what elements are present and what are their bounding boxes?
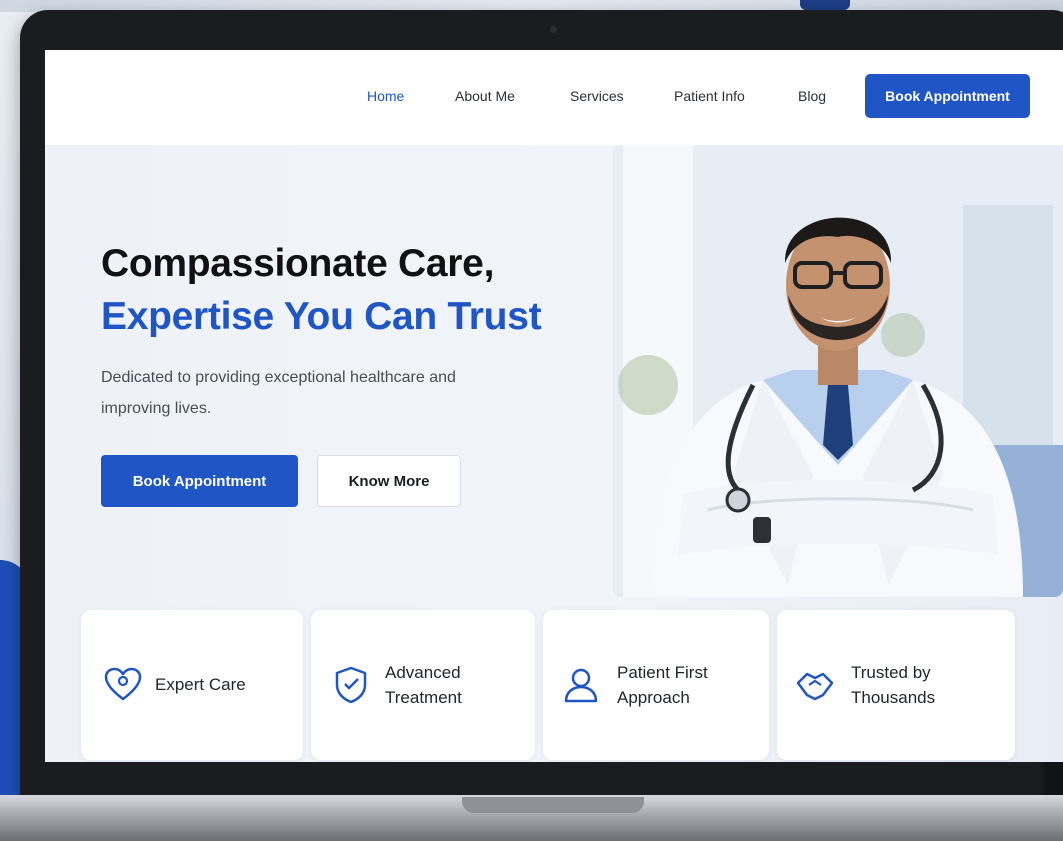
hero-book-appointment-button[interactable]: Book Appointment [101,455,298,507]
doctor-illustration [613,145,1063,597]
nav-link-about-me[interactable]: About Me [455,88,515,104]
hero-headline-line1: Compassionate Care, [101,242,495,285]
hero-subtext: Dedicated to providing exceptional healt… [101,369,456,417]
laptop-notch [462,797,644,813]
hero-know-more-button[interactable]: Know More [317,455,461,507]
nav-book-appointment-button[interactable]: Book Appointment [865,74,1030,118]
feature-card-trusted: Trusted by Thousands [777,610,1015,760]
feature-card-patient-first: Patient First Approach [543,610,769,760]
feature-label-patient-first: Patient First Approach [617,663,708,707]
doctor-photo [613,145,1063,597]
nav-link-blog[interactable]: Blog [798,88,826,104]
patient-icon [561,665,601,705]
feature-card-advanced-treatment: Advanced Treatment [311,610,535,760]
feature-label-trusted: Trusted by Thousands [851,663,936,707]
nav-link-services[interactable]: Services [570,88,624,104]
webcam-dot [550,26,557,33]
hero-headline: Compassionate Care, Expertise You Can Tr… [101,237,601,343]
background-accent-top [800,0,850,10]
nav-link-patient-info[interactable]: Patient Info [674,88,745,104]
hero-section: Compassionate Care, Expertise You Can Tr… [45,145,1063,762]
medical-shield-icon [331,665,371,705]
laptop-screen: Home About Me Services Patient Info Blog… [45,50,1063,762]
feature-label-expert-care: Expert Care [155,675,246,694]
navbar: Home About Me Services Patient Info Blog… [45,50,1063,145]
feature-card-expert-care: Expert Care [81,610,303,760]
handshake-icon [795,665,835,705]
hero-headline-line2: Expertise You Can Trust [101,295,542,338]
nav-link-home[interactable]: Home [367,88,404,104]
feature-label-advanced-treatment: Advanced Treatment [385,663,462,707]
heart-icon [103,665,143,705]
feature-cards: Expert Care Advanced Treatment Patient F… [81,610,1015,760]
